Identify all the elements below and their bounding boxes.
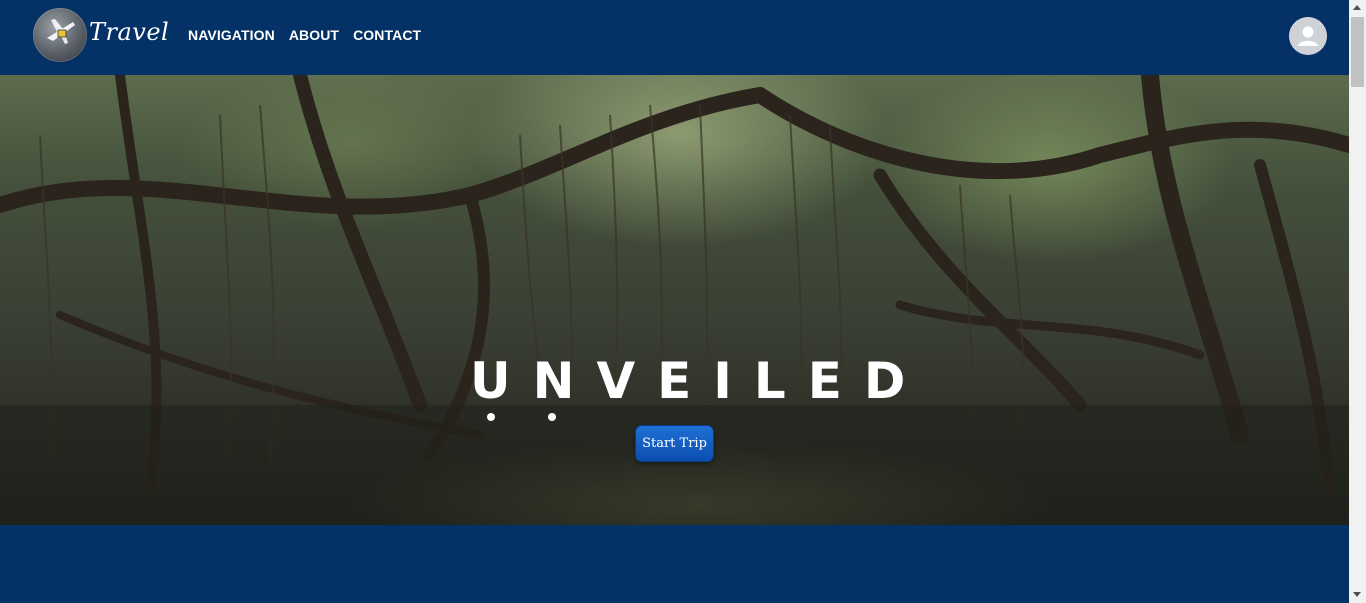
carousel-dots (487, 413, 557, 423)
user-avatar-icon (1289, 17, 1327, 55)
scrollbar-thumb[interactable] (1351, 17, 1364, 87)
page-scrollbar[interactable] (1349, 0, 1366, 603)
logo-text: Travel (89, 18, 170, 46)
nav-about[interactable]: ABOUT (289, 27, 339, 43)
user-avatar-button[interactable] (1289, 17, 1327, 55)
scroll-up-arrow-icon[interactable] (1353, 5, 1361, 10)
scroll-down-arrow-icon[interactable] (1353, 592, 1361, 597)
start-trip-button[interactable]: Start Trip (635, 425, 714, 462)
nav-contact[interactable]: CONTACT (353, 27, 421, 43)
carousel-dot[interactable] (487, 413, 495, 421)
airplane-icon (47, 19, 75, 44)
carousel-dot[interactable] (548, 413, 556, 421)
top-header: Travel NAVIGATION ABOUT CONTACT (0, 0, 1349, 75)
logo[interactable]: Travel (33, 8, 169, 62)
hero-title: UNVEILED (470, 352, 928, 410)
main-nav: NAVIGATION ABOUT CONTACT (188, 27, 421, 43)
nav-navigation[interactable]: NAVIGATION (188, 27, 275, 43)
